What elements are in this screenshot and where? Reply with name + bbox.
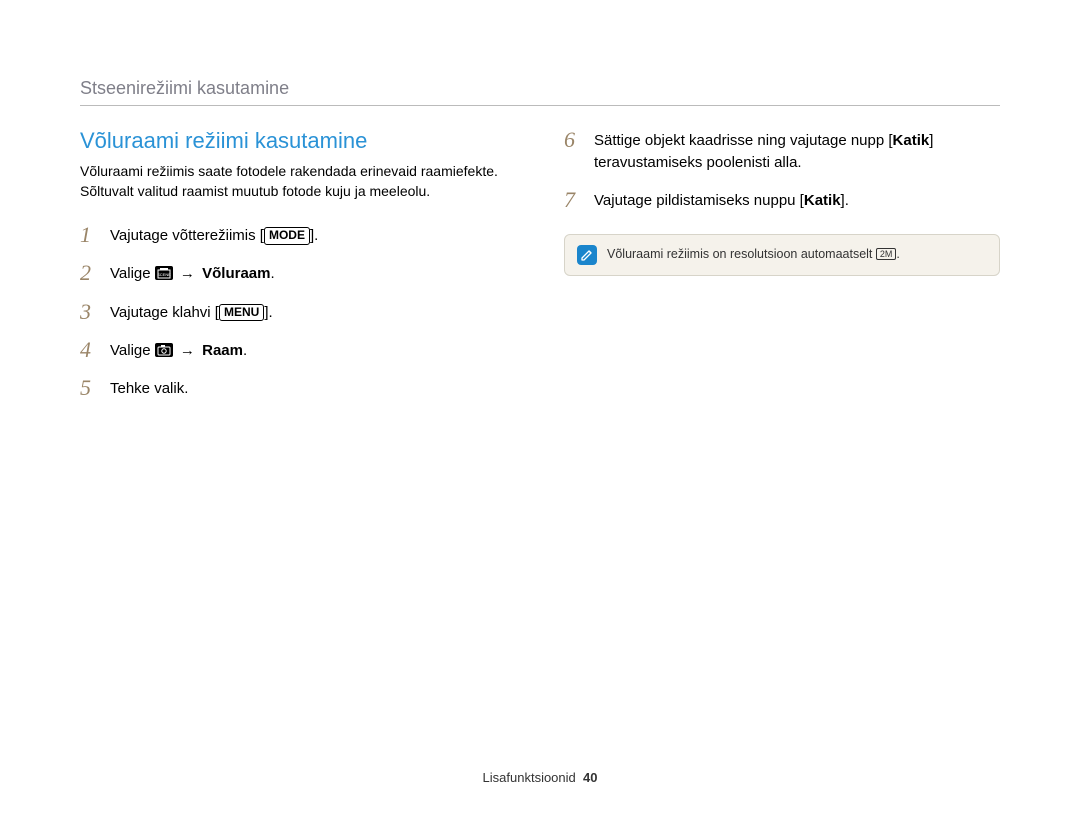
step-5: 5 Tehke valik. bbox=[80, 376, 516, 400]
mode-button-label: MODE bbox=[264, 227, 310, 245]
column-right: 6 Sättige objekt kaadrisse ning vajutage… bbox=[564, 128, 1000, 414]
text-fragment: Sättige objekt kaadrisse ning vajutage n… bbox=[594, 132, 893, 149]
text-fragment: ]. bbox=[841, 192, 849, 209]
strong-text: Võluraam bbox=[202, 265, 270, 282]
text-fragment: ]. bbox=[264, 304, 272, 321]
step-number: 6 bbox=[564, 128, 594, 152]
divider bbox=[80, 105, 1000, 106]
text-fragment: Vajutage klahvi [ bbox=[110, 304, 219, 321]
strong-text: Katik bbox=[804, 192, 841, 209]
menu-button-label: MENU bbox=[219, 304, 264, 322]
strong-text: Raam bbox=[202, 342, 243, 359]
step-number: 3 bbox=[80, 300, 110, 324]
two-column-layout: Võluraami režiimi kasutamine Võluraami r… bbox=[80, 128, 1000, 414]
step-number: 4 bbox=[80, 338, 110, 362]
step-2: 2 Valige SCENE → Võluraam. bbox=[80, 261, 516, 285]
svg-text:SCENE: SCENE bbox=[157, 272, 171, 277]
resolution-badge: 2M bbox=[876, 248, 897, 261]
text-fragment: . bbox=[270, 265, 274, 282]
step-4: 4 Valige → Raam. bbox=[80, 338, 516, 362]
note-text: Võluraami režiimis on resolutsioon autom… bbox=[607, 245, 900, 264]
page-footer: Lisafunktsioonid 40 bbox=[0, 770, 1080, 785]
arrow-text: → bbox=[173, 265, 202, 282]
note-callout: Võluraami režiimis on resolutsioon autom… bbox=[564, 234, 1000, 276]
step-number: 5 bbox=[80, 376, 110, 400]
step-number: 2 bbox=[80, 261, 110, 285]
step-6: 6 Sättige objekt kaadrisse ning vajutage… bbox=[564, 128, 1000, 174]
intro-paragraph: Võluraami režiimis saate fotodele rakend… bbox=[80, 162, 516, 201]
footer-label: Lisafunktsioonid bbox=[483, 770, 576, 785]
step-text: Sättige objekt kaadrisse ning vajutage n… bbox=[594, 128, 1000, 174]
column-left: Võluraami režiimi kasutamine Võluraami r… bbox=[80, 128, 516, 414]
page-number: 40 bbox=[583, 770, 597, 785]
step-text: Valige SCENE → Võluraam. bbox=[110, 261, 516, 285]
step-3: 3 Vajutage klahvi [MENU]. bbox=[80, 300, 516, 324]
step-text: Vajutage klahvi [MENU]. bbox=[110, 300, 516, 324]
camera-icon bbox=[155, 343, 173, 357]
note-icon bbox=[577, 245, 597, 265]
page-heading: Võluraami režiimi kasutamine bbox=[80, 128, 516, 154]
scene-icon: SCENE bbox=[155, 266, 173, 280]
text-fragment: . bbox=[243, 342, 247, 359]
step-text: Vajutage pildistamiseks nuppu [Katik]. bbox=[594, 188, 1000, 212]
step-7: 7 Vajutage pildistamiseks nuppu [Katik]. bbox=[564, 188, 1000, 212]
text-fragment: Valige bbox=[110, 342, 155, 359]
step-text: Vajutage võtterežiimis [MODE]. bbox=[110, 223, 516, 247]
text-fragment: . bbox=[896, 247, 899, 261]
text-fragment: ]. bbox=[310, 227, 318, 244]
steps-list-right: 6 Sättige objekt kaadrisse ning vajutage… bbox=[564, 128, 1000, 212]
step-number: 1 bbox=[80, 223, 110, 247]
text-fragment: Valige bbox=[110, 265, 155, 282]
document-page: Stseenirežiimi kasutamine Võluraami reži… bbox=[0, 0, 1080, 815]
arrow-text: → bbox=[173, 342, 202, 359]
text-fragment: Võluraami režiimis on resolutsioon autom… bbox=[607, 247, 876, 261]
strong-text: Katik bbox=[893, 132, 930, 149]
breadcrumb-section-title: Stseenirežiimi kasutamine bbox=[80, 78, 1000, 99]
text-fragment: Vajutage võtterežiimis [ bbox=[110, 227, 264, 244]
step-text: Valige → Raam. bbox=[110, 338, 516, 362]
step-text: Tehke valik. bbox=[110, 376, 516, 400]
step-1: 1 Vajutage võtterežiimis [MODE]. bbox=[80, 223, 516, 247]
steps-list-left: 1 Vajutage võtterežiimis [MODE]. 2 Valig… bbox=[80, 223, 516, 400]
step-number: 7 bbox=[564, 188, 594, 212]
text-fragment: Vajutage pildistamiseks nuppu [ bbox=[594, 192, 804, 209]
